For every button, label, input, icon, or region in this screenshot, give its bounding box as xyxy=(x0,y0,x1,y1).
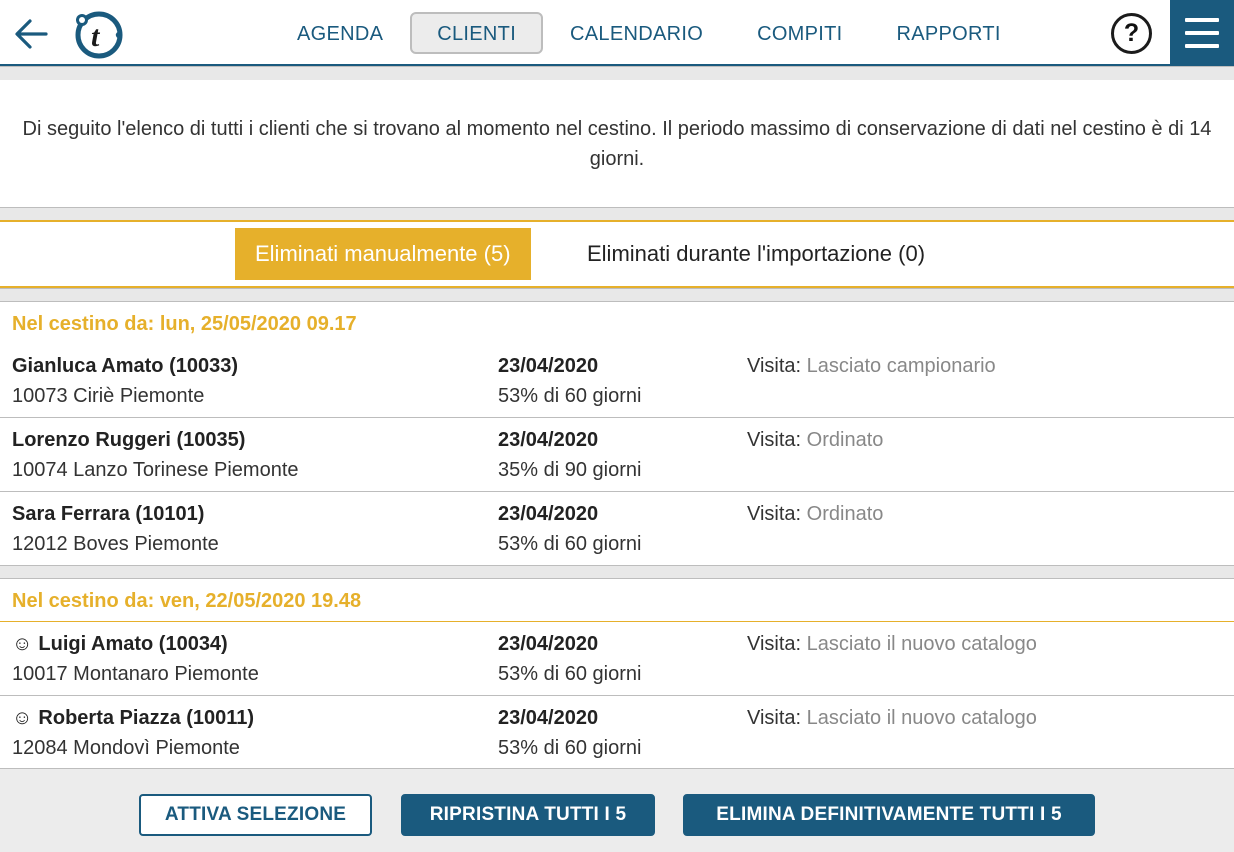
client-row[interactable]: ☺ Roberta Piazza (10011) 12084 Mondovì Pi… xyxy=(0,696,1234,770)
top-bar: t AGENDA CLIENTI CALENDARIO COMPITI RAPP… xyxy=(0,0,1234,66)
visit-value: Lasciato campionario xyxy=(806,355,996,377)
client-row[interactable]: Gianluca Amato (10033) 10073 Ciriè Piemo… xyxy=(0,344,1234,418)
nav-rapporti[interactable]: RAPPORTI xyxy=(870,12,1028,54)
visit-date: 23/04/2020 xyxy=(498,503,599,525)
visit-value: Lasciato il nuovo catalogo xyxy=(806,707,1037,729)
tab-import-deleted[interactable]: Eliminati durante l'importazione (0) xyxy=(567,228,945,280)
restore-all-button[interactable]: RIPRISTINA TUTTI I 5 xyxy=(401,794,655,836)
visit-date: 23/04/2020 xyxy=(498,429,599,451)
visit-value: Ordinato xyxy=(806,429,884,451)
visit-percentage: 53% di 60 giorni xyxy=(498,737,642,759)
smiley-icon: ☺ xyxy=(12,707,33,729)
visit-info: Visita: Lasciato il nuovo catalogo xyxy=(747,629,1037,659)
nav-agenda[interactable]: AGENDA xyxy=(270,12,410,54)
visit-label: Visita: xyxy=(747,503,802,525)
tab-manually-deleted[interactable]: Eliminati manualmente (5) xyxy=(235,228,531,280)
client-name: Luigi Amato (10034) xyxy=(38,633,228,655)
visit-info: Visita: Ordinato xyxy=(747,499,883,529)
nav-compiti[interactable]: COMPITI xyxy=(730,12,869,54)
visit-value: Lasciato il nuovo catalogo xyxy=(806,633,1037,655)
visit-percentage: 53% di 60 giorni xyxy=(498,385,642,407)
client-row[interactable]: Sara Ferrara (10101) 12012 Boves Piemont… xyxy=(0,492,1234,566)
client-address: 10074 Lanzo Torinese Piemonte xyxy=(12,459,299,481)
delete-all-permanently-button[interactable]: ELIMINA DEFINITIVAMENTE TUTTI I 5 xyxy=(683,794,1095,836)
nav-calendario[interactable]: CALENDARIO xyxy=(543,12,730,54)
visit-info: Visita: Lasciato il nuovo catalogo xyxy=(747,703,1037,733)
client-row[interactable]: ☺ Luigi Amato (10034) 10017 Montanaro Pie… xyxy=(0,622,1234,696)
visit-percentage: 53% di 60 giorni xyxy=(498,663,642,685)
client-address: 10017 Montanaro Piemonte xyxy=(12,663,259,685)
visit-value: Ordinato xyxy=(806,503,884,525)
divider-strip xyxy=(0,207,1234,221)
group-header: Nel cestino da: ven, 22/05/2020 19.48 xyxy=(0,579,1234,623)
client-address: 10073 Ciriè Piemonte xyxy=(12,385,205,407)
client-name: Roberta Piazza (10011) xyxy=(38,707,255,729)
help-icon[interactable]: ? xyxy=(1111,13,1152,54)
action-footer: ATTIVA SELEZIONE RIPRISTINA TUTTI I 5 EL… xyxy=(0,768,1234,852)
divider-strip xyxy=(0,288,1234,302)
divider-strip xyxy=(0,66,1234,81)
visit-percentage: 53% di 60 giorni xyxy=(498,533,642,555)
intro-text: Di seguito l'elenco di tutti i clienti c… xyxy=(22,117,1212,170)
client-name: Sara Ferrara (10101) xyxy=(12,503,205,525)
client-address: 12084 Mondovì Piemonte xyxy=(12,737,240,759)
group-header: Nel cestino da: lun, 25/05/2020 09.17 xyxy=(0,302,1234,346)
client-address: 12012 Boves Piemonte xyxy=(12,533,219,555)
hamburger-menu-icon[interactable] xyxy=(1170,0,1234,66)
trash-tabs: Eliminati manualmente (5) Eliminati dura… xyxy=(0,220,1234,288)
visit-info: Visita: Ordinato xyxy=(747,425,883,455)
divider-strip xyxy=(0,565,1234,579)
main-nav: AGENDA CLIENTI CALENDARIO COMPITI RAPPOR… xyxy=(270,12,1028,54)
visit-date: 23/04/2020 xyxy=(498,707,599,729)
intro-message: Di seguito l'elenco di tutti i clienti c… xyxy=(0,80,1234,207)
visit-info: Visita: Lasciato campionario xyxy=(747,351,996,381)
visit-date: 23/04/2020 xyxy=(498,355,599,377)
visit-label: Visita: xyxy=(747,355,802,377)
visit-date: 23/04/2020 xyxy=(498,633,599,655)
visit-label: Visita: xyxy=(747,429,802,451)
nav-clienti[interactable]: CLIENTI xyxy=(410,12,544,54)
visit-label: Visita: xyxy=(747,707,802,729)
client-row[interactable]: Lorenzo Ruggeri (10035) 10074 Lanzo Tori… xyxy=(0,418,1234,492)
back-arrow-icon[interactable] xyxy=(12,14,52,54)
svg-text:t: t xyxy=(91,20,101,53)
client-name-wrap: ☺ Luigi Amato (10034) xyxy=(12,629,228,659)
visit-label: Visita: xyxy=(747,633,802,655)
visit-percentage: 35% di 90 giorni xyxy=(498,459,642,481)
client-name-wrap: ☺ Roberta Piazza (10011) xyxy=(12,703,254,733)
smiley-icon: ☺ xyxy=(12,633,33,655)
client-name: Gianluca Amato (10033) xyxy=(12,355,239,377)
client-name: Lorenzo Ruggeri (10035) xyxy=(12,429,246,451)
activate-selection-button[interactable]: ATTIVA SELEZIONE xyxy=(139,794,372,836)
app-logo-icon[interactable]: t xyxy=(72,9,124,59)
